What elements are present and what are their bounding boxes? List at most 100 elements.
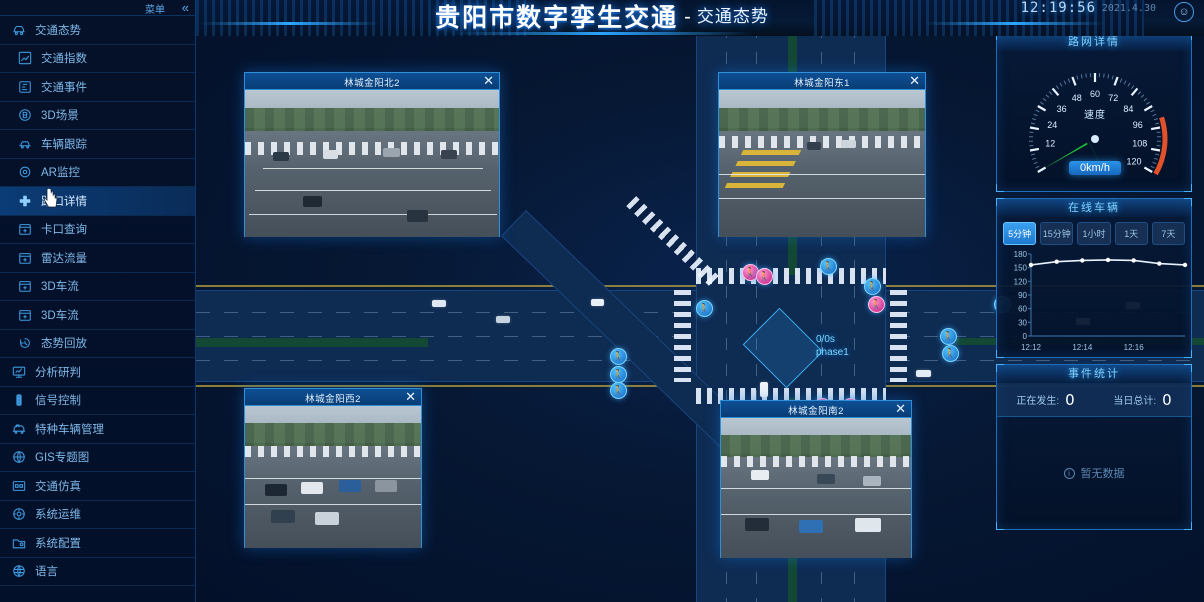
- time-range-tab-0[interactable]: 5分钟: [1003, 222, 1037, 245]
- close-icon[interactable]: ✕: [483, 73, 494, 89]
- traffic-light-icon: [12, 393, 26, 407]
- gauge-tick: [1067, 78, 1071, 83]
- gauge-tick: [1123, 80, 1127, 85]
- gauge-tick: [1107, 74, 1110, 79]
- pedestrian-marker-icon[interactable]: 🚶: [610, 348, 627, 365]
- time-range-tab-2[interactable]: 1小时: [1077, 222, 1111, 245]
- camera-video[interactable]: [719, 90, 925, 237]
- camera-window[interactable]: 林城金阳西2 ✕: [244, 388, 422, 548]
- phase-countdown: 0/0s: [816, 334, 835, 345]
- time-range-tab-1[interactable]: 15分钟: [1040, 222, 1074, 245]
- camera-video[interactable]: [245, 406, 421, 548]
- vehicle: [496, 316, 510, 323]
- pedestrian-marker-icon[interactable]: 🚶: [610, 366, 627, 383]
- camera-vehicle: [303, 196, 322, 207]
- camera-vehicle: [817, 474, 835, 484]
- info-icon: i: [1063, 467, 1075, 479]
- avatar[interactable]: ☺: [1174, 2, 1194, 22]
- speed-gauge: 12 24 36 48 60 72 84 96 108 120 速度 0km/h: [997, 51, 1193, 191]
- gauge-hub: [1091, 135, 1099, 143]
- camera-video[interactable]: [721, 418, 911, 558]
- online-vehicles-panel: 在线车辆 5分钟 15分钟 1小时 1天 7天 0 30 60 90 120 150 180 12:…: [996, 198, 1192, 358]
- camera-scene-trees: [245, 107, 499, 132]
- pedestrian-marker-icon[interactable]: 🚶: [820, 258, 837, 275]
- sidebar-item-label: 信号控制: [35, 395, 81, 408]
- camera-lane-line: [249, 214, 497, 215]
- sidebar-item-5[interactable]: AR监控: [0, 159, 195, 187]
- gauge-tick: [1045, 94, 1050, 98]
- close-icon[interactable]: ✕: [895, 401, 906, 417]
- sidebar-item-1[interactable]: 交通指数: [0, 45, 195, 73]
- gauge-tick: [1103, 73, 1105, 78]
- chart-x-tick-label: 12:14: [1072, 343, 1093, 352]
- pedestrian-marker-icon[interactable]: 🚶: [940, 328, 957, 345]
- camera-title: 林城金阳南2: [788, 406, 844, 417]
- camera-vehicle: [855, 518, 881, 532]
- ar-monitor-icon: [18, 165, 32, 179]
- phase-label: 0/0s phase1: [816, 333, 849, 359]
- event-empty-state: i 暂无数据: [997, 417, 1191, 529]
- sidebar-item-label: 分析研判: [35, 366, 81, 379]
- close-icon[interactable]: ✕: [405, 389, 416, 405]
- camera-window[interactable]: 林城金阳东1 ✕: [718, 72, 926, 237]
- gauge-tick-label: 108: [1132, 139, 1147, 149]
- pedestrian-marker-icon[interactable]: 🚶: [696, 300, 713, 317]
- sidebar-item-12[interactable]: 分析研判: [0, 358, 195, 387]
- camera-window-header: 林城金阳西2 ✕: [245, 389, 421, 406]
- pedestrian-marker-icon[interactable]: 🚶: [868, 296, 885, 313]
- crosswalk-west: [674, 290, 691, 382]
- sidebar-item-18[interactable]: 系统配置: [0, 529, 195, 558]
- crosswalk-north: [696, 268, 886, 284]
- sidebar-item-11[interactable]: 态势回放: [0, 330, 195, 358]
- traffic-situation-icon: [12, 23, 26, 37]
- sidebar-item-3[interactable]: 3D场景: [0, 102, 195, 130]
- sidebar-item-19[interactable]: 语言: [0, 558, 195, 586]
- pedestrian-marker-icon[interactable]: 🚶: [864, 278, 881, 295]
- sidebar-item-16[interactable]: 交通仿真: [0, 472, 195, 501]
- gauge-tick: [1137, 91, 1142, 95]
- close-icon[interactable]: ✕: [909, 73, 920, 89]
- time-range-tab-4[interactable]: 7天: [1151, 222, 1186, 245]
- gauge-tick-label: 96: [1133, 120, 1143, 130]
- sidebar-item-15[interactable]: GIS专题图: [0, 444, 195, 472]
- sidebar-item-8[interactable]: 雷达流量: [0, 244, 195, 273]
- camera-window-header: 林城金阳南2 ✕: [721, 401, 911, 418]
- camera-video[interactable]: [245, 90, 499, 237]
- pedestrian-marker-icon[interactable]: 🚶: [610, 382, 627, 399]
- camera-vehicle: [799, 520, 823, 533]
- gauge-tick: [1140, 94, 1145, 98]
- gauge-tick-label: 120: [1126, 157, 1141, 167]
- gauge-value-badge: 0km/h: [1069, 161, 1121, 175]
- sidebar-item-4[interactable]: 车辆跟踪: [0, 130, 195, 159]
- collapse-sidebar-icon[interactable]: «: [182, 0, 189, 15]
- camera-crosswalk: [721, 456, 911, 467]
- chart-x-ticks: 12:12 12:14 12:16: [1021, 343, 1144, 352]
- gauge-tick: [1152, 161, 1157, 165]
- event-today-value: 0: [1162, 390, 1172, 409]
- camera-window-header: 林城金阳东1 ✕: [719, 73, 925, 90]
- sidebar-item-14[interactable]: 特种车辆管理: [0, 415, 195, 444]
- sidebar-item-label: GIS专题图: [35, 452, 90, 465]
- sidebar-item-17[interactable]: 系统运维: [0, 501, 195, 529]
- gauge-tick: [1033, 161, 1038, 165]
- camera-window[interactable]: 林城金阳北2 ✕: [244, 72, 500, 237]
- sidebar-item-label: 系统运维: [35, 509, 81, 522]
- digital-twin-map[interactable]: 0/0s phase1 🚶 🚶 🚶 🚶 🚶 🚶 🚶 🚶 🚶 🚶 🚶 🚶 🚶 🚶 …: [196, 0, 1204, 602]
- camera-window[interactable]: 林城金阳南2 ✕: [720, 400, 912, 558]
- header-accent-bar-left: [200, 22, 380, 25]
- gauge-tick: [1055, 85, 1059, 90]
- sidebar-item-13[interactable]: 信号控制: [0, 387, 195, 415]
- time-range-tab-3[interactable]: 1天: [1114, 222, 1148, 245]
- dashboard-root: 贵阳市数字孪生交通 - 交通态势 12:19:56 2021.4.30 ☺ 菜单 «…: [0, 0, 1204, 602]
- sidebar-item-10[interactable]: 3D车流: [0, 301, 195, 330]
- pedestrian-marker-icon[interactable]: 🚶: [756, 268, 773, 285]
- gauge-tick-labels: 12243648 60 728496108120: [1045, 89, 1147, 167]
- sidebar-item-6[interactable]: 路口详情: [0, 187, 195, 216]
- panel-title: 在线车辆: [997, 199, 1191, 217]
- sidebar-item-7[interactable]: 卡口查询: [0, 216, 195, 244]
- camera-lane-line: [245, 504, 421, 505]
- pedestrian-marker-icon[interactable]: 🚶: [942, 345, 959, 362]
- sidebar-item-0[interactable]: 交通态势: [0, 16, 195, 45]
- sidebar-item-2[interactable]: 交通事件: [0, 73, 195, 102]
- sidebar-item-9[interactable]: 3D车流: [0, 273, 195, 301]
